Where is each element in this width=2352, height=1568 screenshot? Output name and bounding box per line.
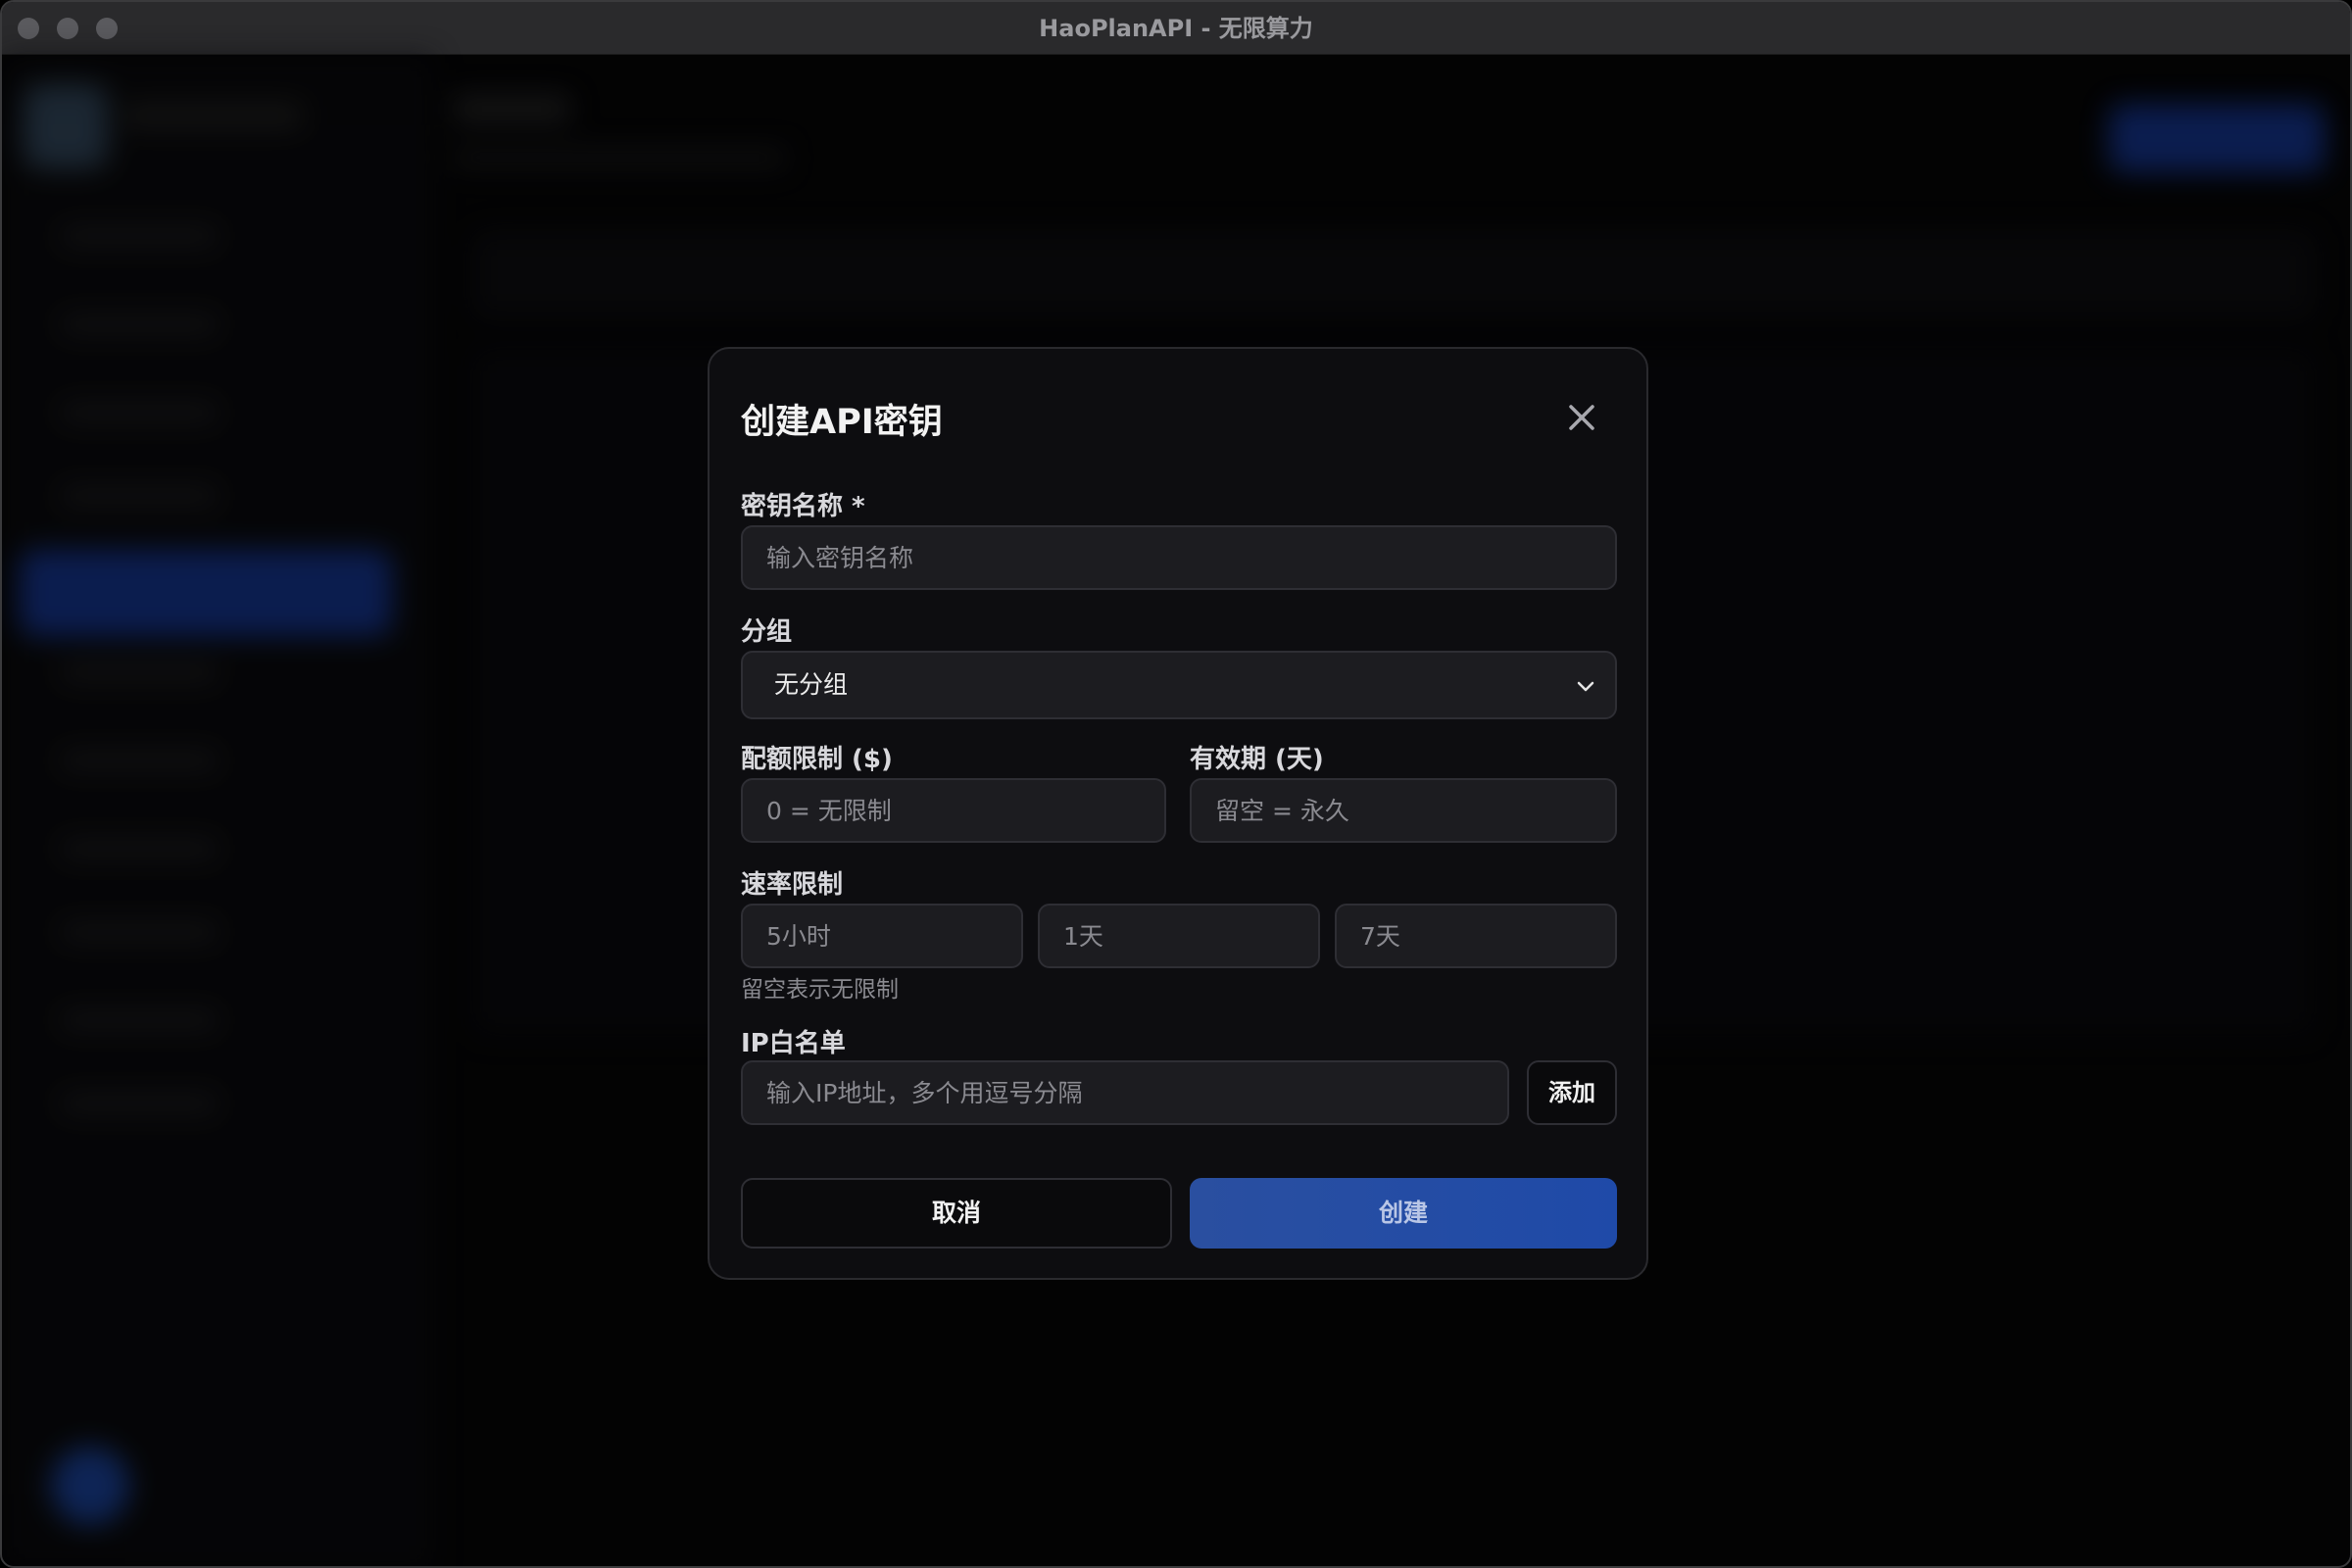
expiry-label: 有效期 (天) xyxy=(1190,745,1324,774)
rate-limit-hint: 留空表示无限制 xyxy=(741,977,899,1003)
close-icon xyxy=(1569,405,1594,430)
rate-limit-label: 速率限制 xyxy=(741,870,844,900)
close-button[interactable] xyxy=(1562,398,1601,437)
cancel-button[interactable]: 取消 xyxy=(741,1178,1172,1249)
rate-limit-7d-input[interactable] xyxy=(1335,904,1617,968)
group-selected-value: 无分组 xyxy=(774,670,849,699)
ip-whitelist-input[interactable] xyxy=(741,1060,1509,1125)
window-title: HaoPlanAPI - 无限算力 xyxy=(1039,15,1313,42)
expiry-input[interactable] xyxy=(1190,778,1617,843)
add-ip-button[interactable]: 添加 xyxy=(1527,1060,1617,1125)
dialog-title: 创建API密钥 xyxy=(741,403,943,442)
chevron-down-icon xyxy=(1577,681,1594,692)
group-select[interactable]: 无分组 xyxy=(741,651,1617,719)
rate-limit-1d-input[interactable] xyxy=(1038,904,1320,968)
app-window: HaoPlanAPI - 无限算力 创建API密钥 密钥名称 * 输入密钥名称 … xyxy=(0,0,2352,1568)
create-api-key-dialog: 创建API密钥 密钥名称 * 分组 无分组 配额限制 ($) 有效期 (天) 速… xyxy=(708,347,1648,1280)
quota-label: 配额限制 ($) xyxy=(741,745,893,774)
ip-whitelist-label: IP白名单 xyxy=(741,1029,846,1058)
key-name-input[interactable] xyxy=(741,525,1617,590)
group-label: 分组 xyxy=(741,617,793,647)
create-button[interactable]: 创建 xyxy=(1190,1178,1617,1249)
quota-input[interactable] xyxy=(741,778,1166,843)
key-name-label: 密钥名称 * xyxy=(741,492,865,521)
title-bar: HaoPlanAPI - 无限算力 xyxy=(2,2,2350,55)
rate-limit-5h-input[interactable] xyxy=(741,904,1023,968)
